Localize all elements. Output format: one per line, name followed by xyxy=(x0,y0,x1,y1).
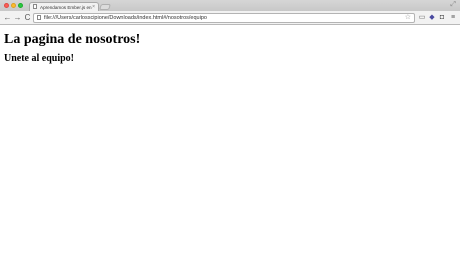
reload-button[interactable]: C xyxy=(23,12,32,23)
page-icon xyxy=(37,15,41,20)
new-tab-button[interactable] xyxy=(99,4,111,10)
tab-strip: Aprendamos Ember.js en × ⤢ xyxy=(0,0,460,11)
back-button[interactable]: ← xyxy=(3,12,12,23)
menu-icon[interactable]: ≡ xyxy=(449,14,457,22)
url-text[interactable]: file:///Users/carlosscipione/Downloads/i… xyxy=(44,14,207,22)
page-viewport: La pagina de nosotros! Unete al equipo! xyxy=(0,25,460,256)
address-bar[interactable]: file:///Users/carlosscipione/Downloads/i… xyxy=(33,13,415,23)
pocket-icon[interactable]: ◘ xyxy=(438,14,446,22)
tab-title: Aprendamos Ember.js en xyxy=(40,4,92,10)
extension-icon[interactable]: ◆ xyxy=(428,14,436,22)
cast-icon[interactable]: ▭ xyxy=(418,14,426,22)
window-maximize-icon[interactable] xyxy=(18,3,23,8)
page-favicon-icon xyxy=(33,4,37,9)
tab-close-icon[interactable]: × xyxy=(92,4,95,11)
fullscreen-expand-icon[interactable]: ⤢ xyxy=(450,0,456,10)
bookmark-star-icon[interactable]: ☆ xyxy=(405,14,411,22)
browser-toolbar: ← → C file:///Users/carlosscipione/Downl… xyxy=(0,11,460,25)
browser-window: Aprendamos Ember.js en × ⤢ ← → C file://… xyxy=(0,0,460,256)
forward-button[interactable]: → xyxy=(13,12,22,23)
page-subtitle: Unete al equipo! xyxy=(4,53,74,64)
window-close-icon[interactable] xyxy=(4,3,9,8)
browser-tab[interactable]: Aprendamos Ember.js en × xyxy=(29,2,99,11)
window-minimize-icon[interactable] xyxy=(11,3,16,8)
page-title: La pagina de nosotros! xyxy=(4,32,141,47)
